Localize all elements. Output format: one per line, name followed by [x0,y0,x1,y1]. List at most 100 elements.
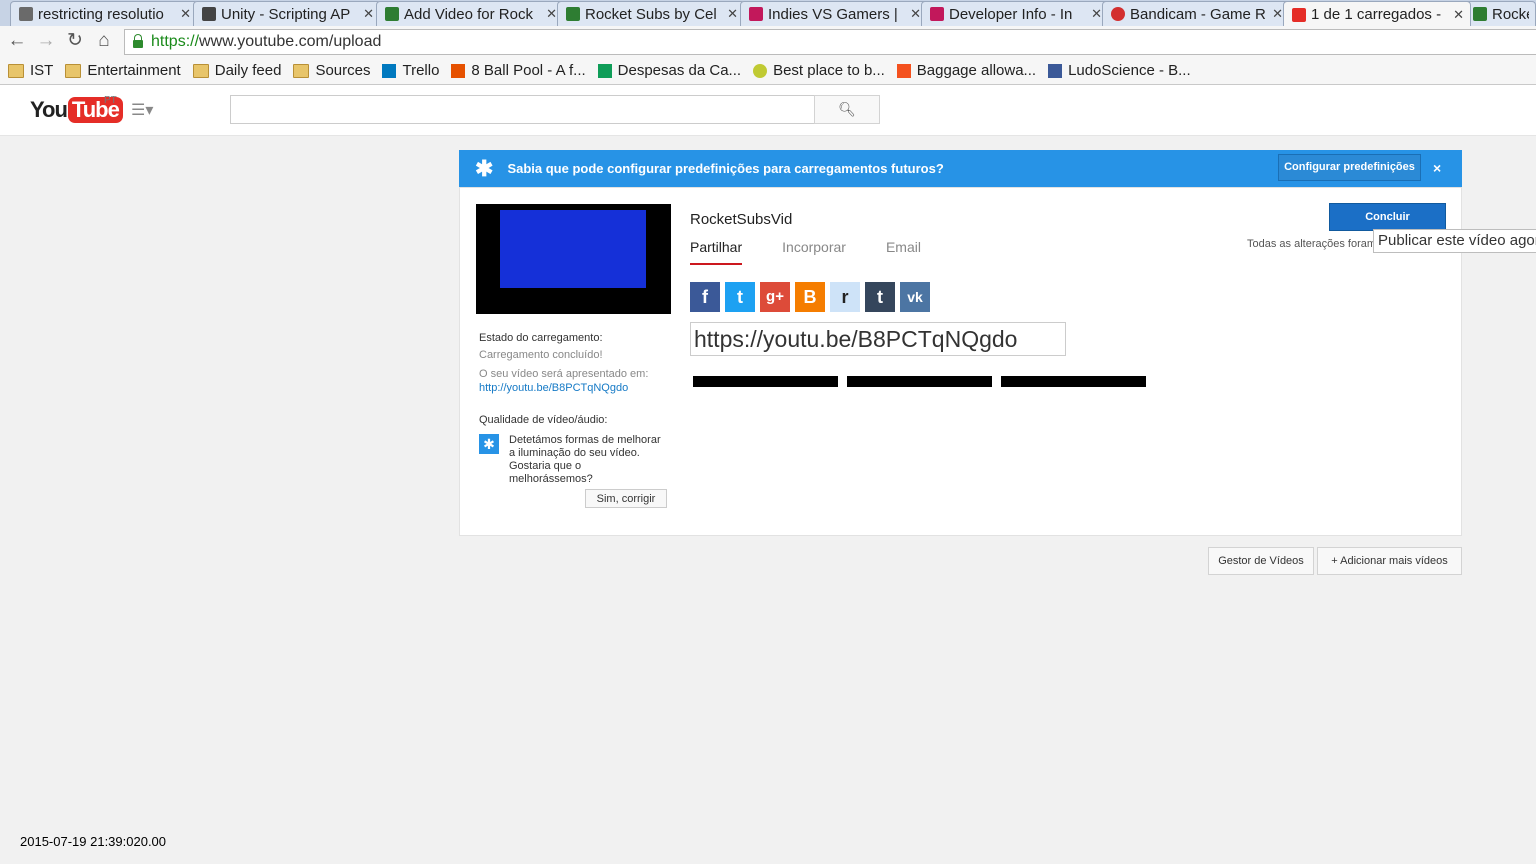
tab-title: Indies VS Gamers | [768,5,898,23]
blogger-icon[interactable]: B [795,282,825,312]
bookmark-item[interactable]: 8 Ball Pool - A f... [451,62,586,79]
record-icon [1111,7,1125,21]
browser-tab[interactable]: Unity - Scripting AP ✕ [193,1,381,26]
youtube-icon [1292,7,1306,22]
close-icon[interactable]: ✕ [1453,7,1464,23]
bookmark-label: Trello [402,62,440,79]
video-title: RocketSubsVid [690,211,793,228]
bookmark-label: Sources [315,62,371,79]
folder-icon [65,63,82,78]
banner-text: Sabia que pode configurar predefinições … [507,161,944,176]
star-icon: ✱ [475,155,494,181]
browser-tab[interactable]: Developer Info - In ✕ [921,1,1109,26]
bookmark-item[interactable]: LudoScience - B... [1048,62,1191,79]
browser-tab-active[interactable]: 1 de 1 carregados - ✕ [1283,1,1471,26]
bookmark-item[interactable]: Trello [382,62,439,79]
bookmark-item[interactable]: IST [8,62,53,79]
done-button[interactable]: Concluir [1329,203,1446,231]
share-url-field[interactable]: https://youtu.be/B8PCTqNQgdo [690,322,1066,356]
close-icon[interactable]: ✕ [546,6,557,22]
search-input[interactable] [230,95,815,124]
bookmark-item[interactable]: Baggage allowa... [896,62,1036,79]
play-icon [451,63,466,78]
vk-icon[interactable]: vk [900,282,930,312]
status-label: Estado do carregamento: [479,332,603,344]
folder-icon [8,63,24,78]
stackexchange-icon [19,7,33,21]
browser-toolbar: ← → ↻ ⌂ https://www.youtube.com/upload [0,26,1536,57]
browser-tab[interactable]: Bandicam - Game R ✕ [1102,1,1290,26]
address-bar[interactable]: https://www.youtube.com/upload [124,29,1536,55]
browser-tab[interactable]: Add Video for Rock ✕ [376,1,564,26]
star-icon: ✱ [479,434,499,454]
browser-tab[interactable]: Rocket [1464,1,1536,26]
reddit-icon[interactable]: r [830,282,860,312]
tab-embed[interactable]: Incorporar [782,239,846,265]
browser-tab[interactable]: Indies VS Gamers | ✕ [740,1,928,26]
browser-tab[interactable]: restricting resolutio ✕ [10,1,198,26]
logo-you: You [30,97,68,122]
close-icon[interactable]: ✕ [363,6,374,22]
fix-lighting-button[interactable]: Sim, corrigir [585,489,667,508]
close-icon[interactable]: ✕ [1272,6,1283,22]
guide-menu-icon[interactable]: ☰▾ [131,100,153,120]
close-icon[interactable]: ✕ [180,6,191,22]
reload-icon[interactable]: ↻ [64,30,86,52]
video-thumbnail[interactable] [476,204,671,314]
social-share-buttons: f t g+ B r t vk [690,282,935,312]
thumbnail-image [500,210,646,288]
search-icon[interactable]: 🔍︎ [814,95,880,124]
configure-presets-button[interactable]: Configurar predefinições [1278,154,1421,181]
facebook-icon[interactable]: f [690,282,720,312]
close-icon[interactable]: ✕ [727,6,738,22]
tumblr-icon[interactable]: t [865,282,895,312]
bookmark-label: Entertainment [87,62,181,79]
forward-icon[interactable]: → [35,30,57,52]
url-scheme: https:// [151,33,200,50]
googleplus-icon[interactable]: g+ [760,282,790,312]
tab-title: Developer Info - In [949,5,1073,23]
bookmark-label: IST [30,62,54,79]
game-icon [1473,7,1487,21]
tab-title: Unity - Scripting AP [221,5,351,23]
back-icon[interactable]: ← [6,30,28,52]
tab-title: Add Video for Rock [404,5,533,23]
bookmark-label: Daily feed [214,62,282,79]
tab-share[interactable]: Partilhar [690,239,743,265]
bookmark-item[interactable]: Daily feed [192,62,282,79]
bookmark-label: 8 Ball Pool - A f... [471,62,586,79]
close-icon[interactable]: ✕ [1091,6,1102,22]
video-manager-button[interactable]: Gestor de Vídeos [1208,547,1314,575]
trello-icon [382,63,397,78]
browser-tab[interactable]: Rocket Subs by Cel ✕ [557,1,745,26]
bookmark-item[interactable]: Entertainment [65,62,181,79]
publish-tooltip: Publicar este vídeo agora [1373,229,1536,253]
thumbnail-option[interactable] [693,376,838,387]
bookmark-item[interactable]: Best place to b... [753,62,885,79]
home-icon[interactable]: ⌂ [93,30,115,52]
upload-card: Estado do carregamento: Carregamento con… [459,187,1462,536]
video-link[interactable]: http://youtu.be/B8PCTqNQgdo [479,382,669,394]
close-icon[interactable]: × [1433,160,1441,176]
presets-banner: ✱ Sabia que pode configurar predefiniçõe… [459,150,1462,187]
add-more-videos-button[interactable]: + Adicionar mais vídeos [1317,547,1462,575]
twitter-icon[interactable]: t [725,282,755,312]
quality-suggestion: ✱ Detetámos formas de melhorar a ilumina… [479,434,669,486]
folder-icon [293,63,310,78]
bookmark-item[interactable]: Despesas da Ca... [597,62,741,79]
tab-email[interactable]: Email [886,239,921,265]
youtube-header: You Tube PT ☰▾ 🔍︎ [0,85,1536,136]
bookmark-item[interactable]: Sources [293,62,370,79]
thumbnail-option[interactable] [847,376,992,387]
tab-title: Bandicam - Game R [1130,5,1266,23]
folder-icon [192,63,209,78]
game-icon [385,7,399,21]
thumbnail-choices [693,376,1155,387]
thumbnail-option[interactable] [1001,376,1146,387]
lock-icon [133,34,143,48]
sheets-icon [597,63,612,78]
close-icon[interactable]: ✕ [910,6,921,22]
tab-title: Rocket [1492,5,1529,23]
youtube-logo[interactable]: You Tube PT [30,95,123,123]
tab-title: restricting resolutio [38,5,164,23]
